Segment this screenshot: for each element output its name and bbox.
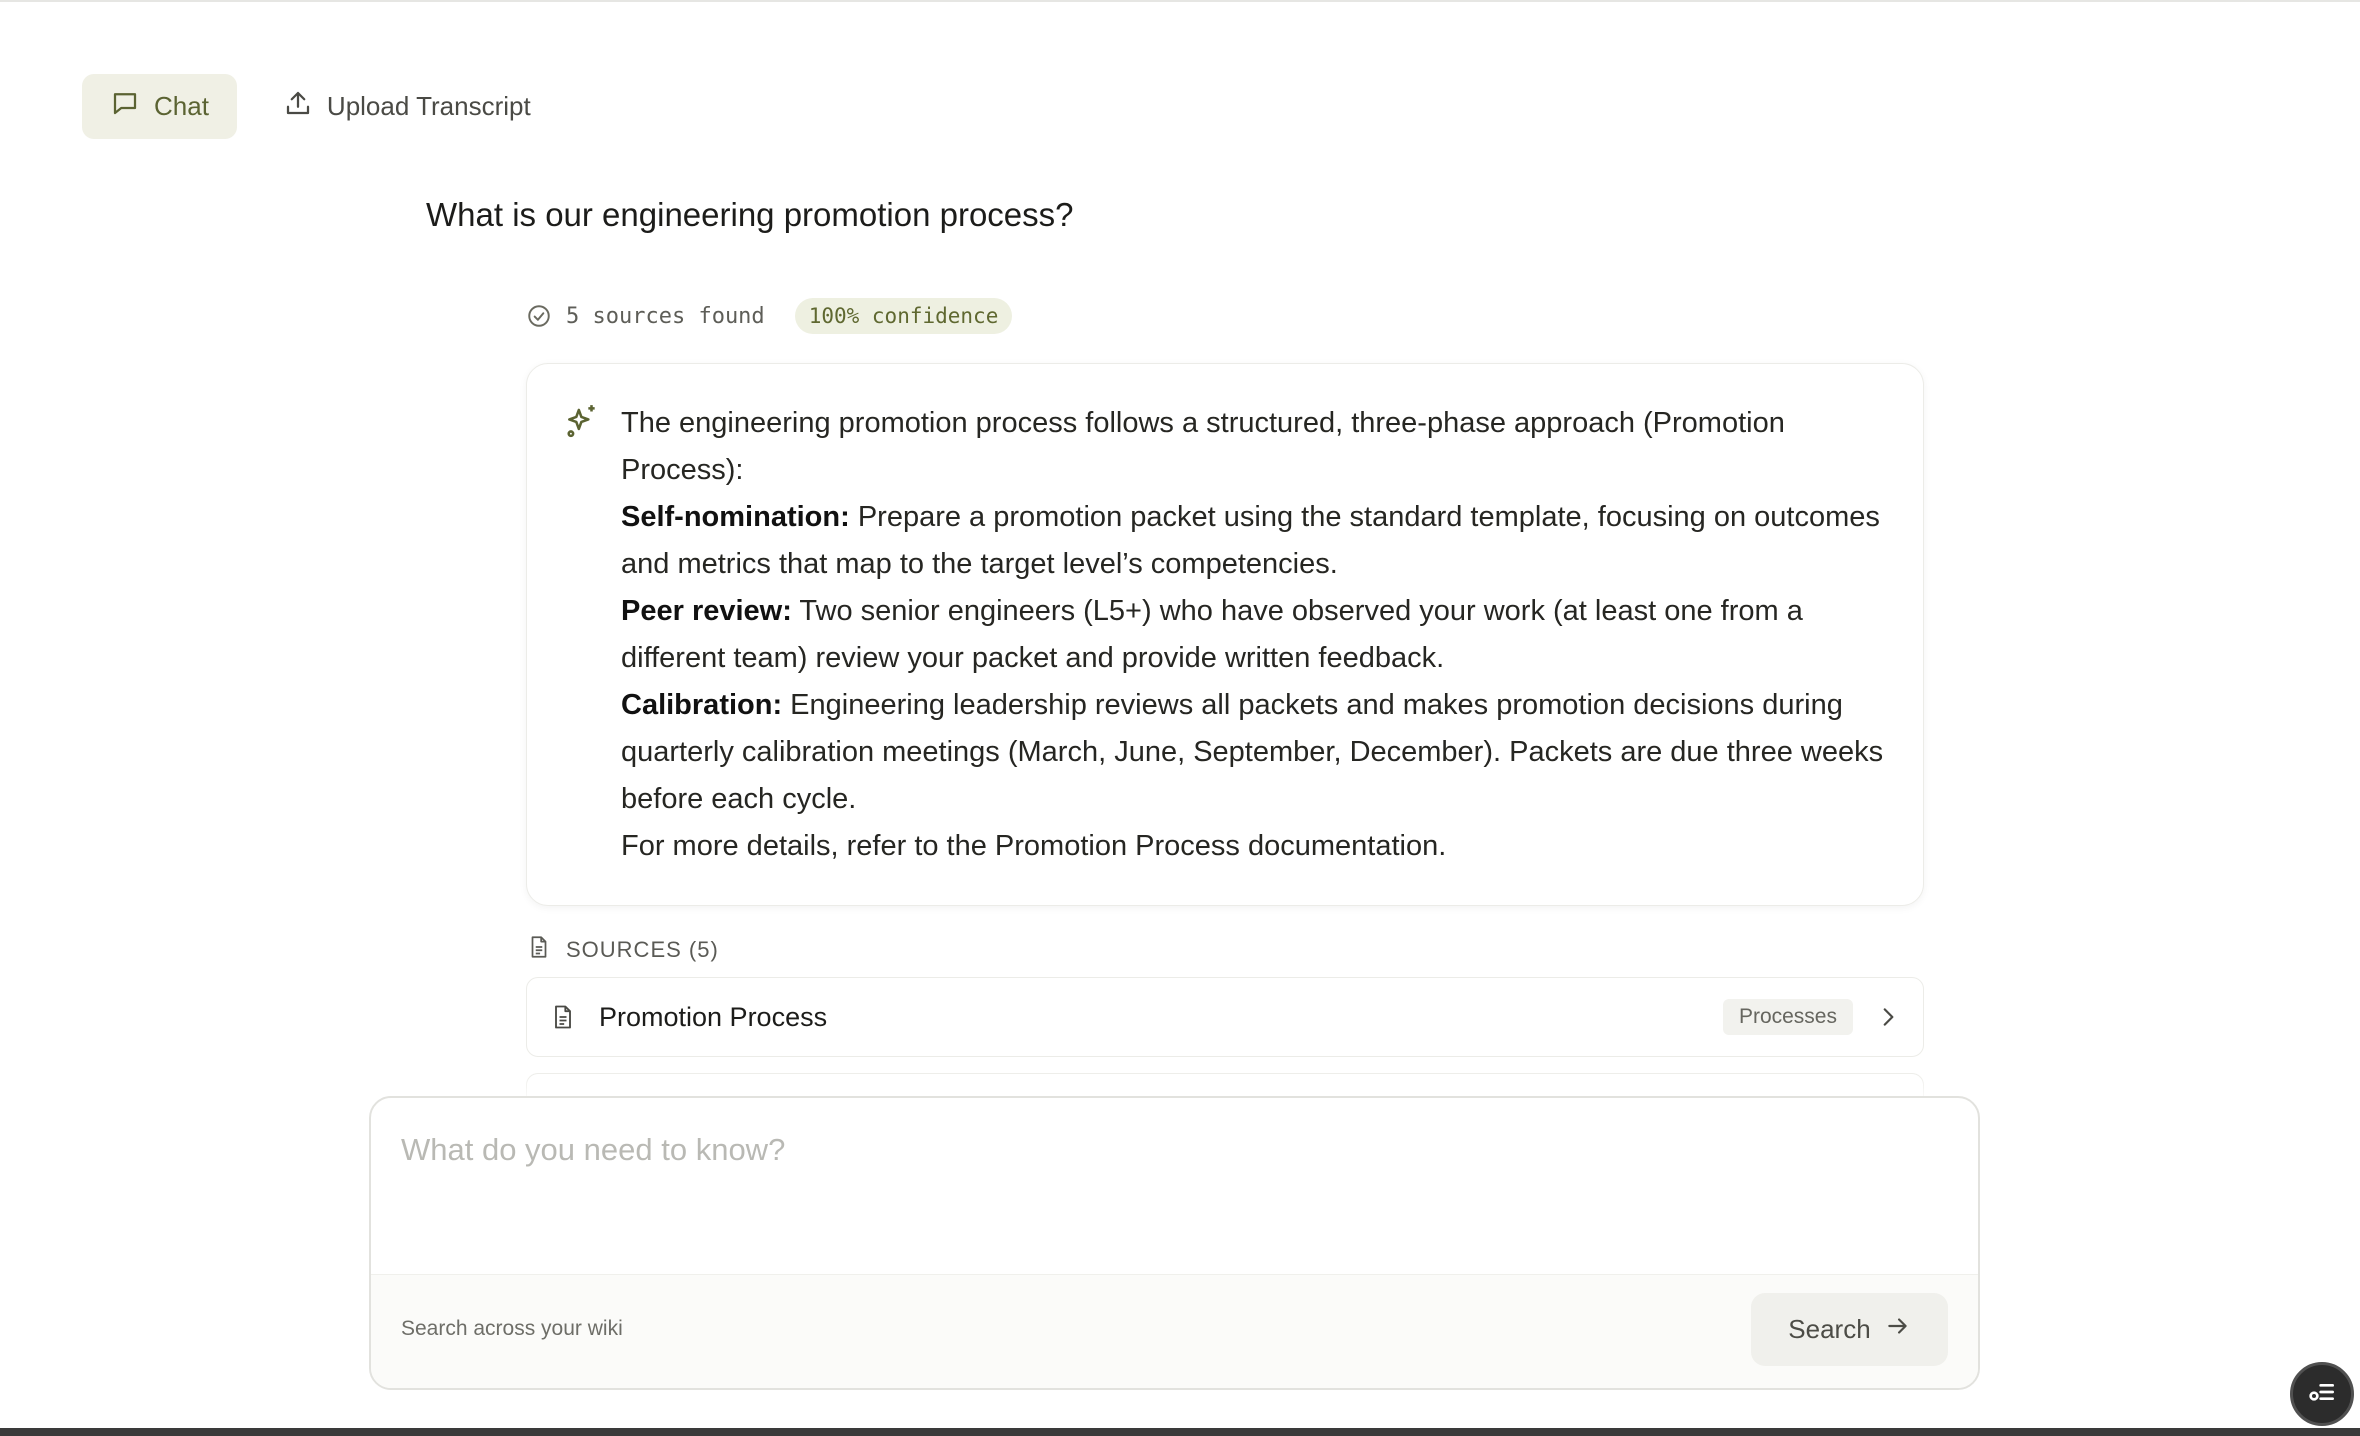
chevron-right-icon <box>1875 1004 1901 1030</box>
user-question: What is our engineering promotion proces… <box>426 196 1074 233</box>
tab-chat[interactable]: Chat <box>82 74 237 139</box>
tab-upload-transcript-label: Upload Transcript <box>326 91 531 121</box>
list-menu-icon <box>2306 1376 2338 1413</box>
confidence-badge: 100% confidence <box>794 298 1013 334</box>
upload-icon <box>283 88 313 125</box>
query-input[interactable] <box>371 1098 1978 1274</box>
bottom-bar <box>0 1428 2360 1436</box>
source-item[interactable]: Promotion Process Processes <box>526 977 1924 1057</box>
query-input-box: Search across your wiki Search <box>369 1096 1980 1390</box>
answer-meta: 5 sources found 100% confidence <box>526 298 1013 334</box>
floating-menu-button[interactable] <box>2290 1362 2354 1426</box>
input-hint: Search across your wiki <box>401 1317 623 1340</box>
answer-step: Peer review: Two senior engineers (L5+) … <box>621 588 1891 682</box>
sources-header-label: SOURCES (5) <box>566 937 719 962</box>
tab-chat-label: Chat <box>154 91 209 121</box>
mode-tabs: Chat Upload Transcript <box>82 74 559 139</box>
answer-step-text: Two senior engineers (L5+) who have obse… <box>621 595 1803 674</box>
answer-text: The engineering promotion process follow… <box>621 400 1891 870</box>
top-border <box>0 0 2360 2</box>
search-button[interactable]: Search <box>1751 1293 1948 1366</box>
document-icon <box>549 1003 577 1031</box>
sources-header: SOURCES (5) <box>526 934 719 966</box>
document-icon <box>526 934 552 966</box>
search-button-label: Search <box>1788 1314 1871 1344</box>
answer-step-label: Calibration: <box>621 689 783 721</box>
sources-found-text: 5 sources found <box>566 303 765 329</box>
source-title: Promotion Process <box>599 1001 828 1032</box>
source-category-tag: Processes <box>1722 999 1853 1035</box>
arrow-right-icon <box>1885 1313 1911 1346</box>
tab-upload-transcript[interactable]: Upload Transcript <box>255 74 559 139</box>
answer-card: The engineering promotion process follow… <box>526 363 1924 906</box>
answer-step: Self-nomination: Prepare a promotion pac… <box>621 494 1891 588</box>
input-footer: Search across your wiki Search <box>371 1274 1978 1388</box>
answer-step-label: Peer review: <box>621 595 792 627</box>
chat-bubble-icon <box>110 88 140 125</box>
answer-intro: The engineering promotion process follow… <box>621 407 1785 486</box>
answer-step-text: Engineering leadership reviews all packe… <box>621 689 1884 815</box>
answer-step-label: Self-nomination: <box>621 501 850 533</box>
sparkle-icon <box>567 405 595 438</box>
answer-step: Calibration: Engineering leadership revi… <box>621 682 1891 823</box>
check-circle-icon <box>526 303 552 329</box>
answer-outro: For more details, refer to the Promotion… <box>621 830 1447 862</box>
